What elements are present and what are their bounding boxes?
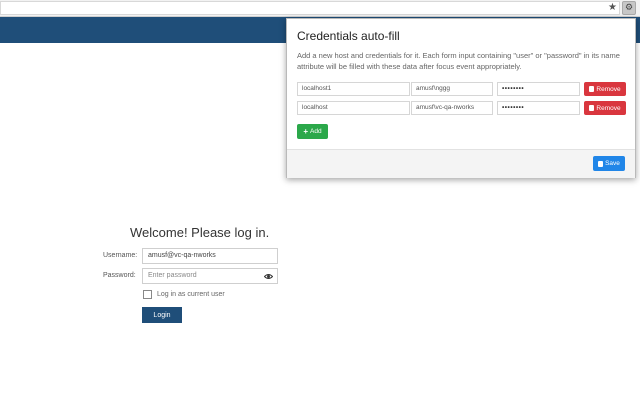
trash-icon bbox=[589, 86, 595, 92]
password-input[interactable]: •••••••• bbox=[497, 82, 580, 96]
remove-button[interactable]: Remove bbox=[584, 82, 626, 96]
current-user-checkbox[interactable] bbox=[143, 290, 152, 299]
trash-icon bbox=[589, 105, 595, 111]
popup-description: Add a new host and credentials for it. E… bbox=[297, 51, 620, 71]
password-input[interactable]: Enter password bbox=[142, 268, 278, 284]
save-label: Save bbox=[605, 160, 620, 167]
popup-footer: Save bbox=[287, 149, 635, 178]
host-input[interactable]: localhost1 bbox=[297, 82, 410, 96]
eye-icon[interactable] bbox=[264, 272, 273, 281]
remove-label: Remove bbox=[596, 85, 621, 93]
extension-icon[interactable]: ⚙ bbox=[622, 1, 636, 15]
popup-title: Credentials auto-fill bbox=[297, 29, 400, 43]
password-input[interactable]: •••••••• bbox=[497, 101, 580, 115]
credential-row: localhost amusf\vc-qa-nworks •••••••• Re… bbox=[297, 101, 627, 115]
credentials-popup: Credentials auto-fill Add a new host and… bbox=[286, 18, 636, 178]
user-input[interactable]: amusf\nggg bbox=[411, 82, 493, 96]
save-icon bbox=[598, 160, 604, 167]
add-button[interactable]: + Add bbox=[297, 124, 328, 139]
bookmark-star-icon[interactable]: ★ bbox=[608, 1, 617, 15]
save-button[interactable]: Save bbox=[593, 156, 625, 171]
username-label: Username: bbox=[103, 252, 138, 259]
login-button[interactable]: Login bbox=[142, 307, 182, 323]
password-label: Password: bbox=[103, 272, 136, 279]
user-input[interactable]: amusf\vc-qa-nworks bbox=[411, 101, 493, 115]
current-user-label: Log in as current user bbox=[157, 291, 225, 298]
credential-row: localhost1 amusf\nggg •••••••• Remove bbox=[297, 82, 627, 96]
add-label: Add bbox=[310, 128, 322, 135]
plus-icon: + bbox=[303, 126, 309, 136]
login-title: Welcome! Please log in. bbox=[130, 225, 270, 240]
password-placeholder: Enter password bbox=[148, 272, 197, 279]
username-input[interactable]: amusf@vc-qa-nworks bbox=[142, 248, 278, 264]
remove-label: Remove bbox=[596, 104, 621, 112]
host-input[interactable]: localhost bbox=[297, 101, 410, 115]
remove-button[interactable]: Remove bbox=[584, 101, 626, 115]
extension-glyph: ⚙ bbox=[624, 2, 634, 13]
browser-toolbar: ★ ⚙ bbox=[0, 0, 640, 17]
address-bar[interactable] bbox=[0, 1, 620, 15]
